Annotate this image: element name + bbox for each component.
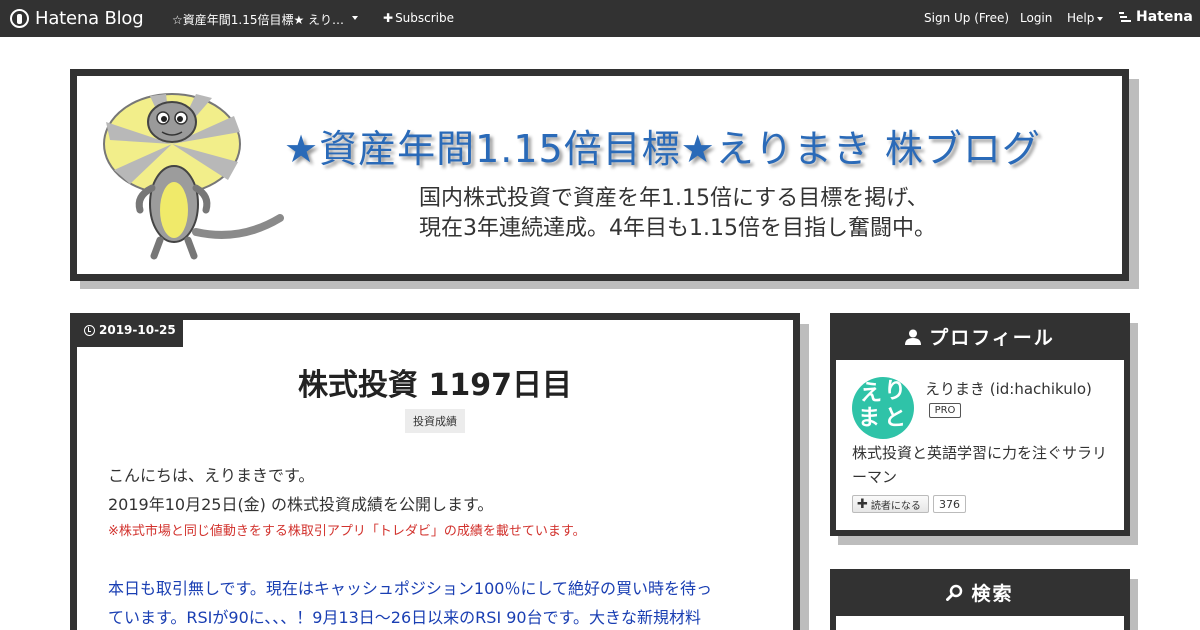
help-menu[interactable]: Help — [1067, 11, 1104, 25]
become-reader-button[interactable]: ✚ 読者になる — [852, 495, 929, 513]
avatar-text: ま — [858, 406, 881, 431]
avatar[interactable]: え り ま と — [852, 377, 914, 439]
clock-icon — [84, 324, 95, 336]
profile-heading: プロフィール — [830, 313, 1130, 360]
subscribe-button[interactable]: ✚ Subscribe — [383, 11, 454, 25]
article-title[interactable]: 株式投資 1197日目 — [70, 360, 800, 404]
search-heading: 検索 — [830, 569, 1130, 616]
search-heading-label: 検索 — [971, 583, 1014, 605]
banner-title: ★資産年間1.15倍目標★えりまき 株ブログ — [284, 127, 1041, 171]
avatar-text: と — [884, 406, 907, 431]
pro-badge[interactable]: PRO — [929, 403, 961, 418]
article-date-badge[interactable]: 2019-10-25 — [70, 313, 183, 347]
hatena-blog-icon — [10, 8, 29, 28]
profile-name[interactable]: えりまき (id:hachikulo) — [925, 378, 1092, 399]
article-date: 2019-10-25 — [99, 323, 176, 337]
category-tag[interactable]: 投資成績 — [405, 409, 465, 433]
blog-title-menu[interactable]: ☆資産年間1.15倍目標★ えり… — [172, 11, 344, 28]
chevron-down-icon[interactable] — [352, 16, 358, 20]
hatena-icon — [1119, 12, 1131, 22]
profile-description: 株式投資と英語学習に力を注ぐサラリーマン — [852, 444, 1108, 486]
article-paragraph: 2019年10月25日(金) の株式投資成績を公開します。 — [108, 495, 494, 514]
avatar-text: り — [884, 379, 907, 404]
search-icon — [946, 584, 963, 601]
logo-text: Hatena Blog — [35, 7, 144, 29]
hatena-link[interactable]: Hatena — [1118, 9, 1193, 25]
profile-heading-label: プロフィール — [929, 327, 1055, 349]
hatena-label: Hatena — [1136, 9, 1193, 25]
help-label: Help — [1067, 11, 1095, 25]
login-link[interactable]: Login — [1020, 11, 1052, 25]
plus-icon: ✚ — [857, 496, 868, 512]
avatar-text: え — [860, 381, 883, 406]
signup-link[interactable]: Sign Up (Free) — [924, 11, 1009, 25]
become-reader-label: 読者になる — [870, 500, 921, 512]
banner-description-line: 現在3年連続達成。4年目も1.15倍を目指し奮闘中。 — [419, 216, 936, 241]
banner-description: 国内株式投資で資産を年1.15倍にする目標を掲げ、 現在3年連続達成。4年目も1… — [419, 184, 936, 244]
article-paragraph-highlight: ています。RSIが90に、、、！9月13日～26日以来のRSI 90台です。大き… — [108, 608, 702, 627]
article-paragraph: こんにちは、えりまきです。 — [108, 466, 315, 485]
person-icon — [905, 329, 922, 345]
plus-icon: ✚ — [383, 11, 394, 25]
article-note: ※株式市場と同じ値動きをする株取引アプリ「トレダビ」の成績を載せています。 — [108, 524, 586, 539]
reader-count[interactable]: 376 — [933, 495, 966, 513]
search-module — [830, 616, 1130, 630]
article-paragraph-highlight: 本日も取引無しです。現在はキャッシュポジション100％にして絶好の買い時を待っ — [108, 579, 712, 598]
hatena-blog-logo[interactable]: Hatena Blog — [10, 7, 144, 29]
frilled-lizard-mascot-image — [103, 93, 284, 260]
chevron-down-icon — [1097, 16, 1104, 21]
banner-description-line: 国内株式投資で資産を年1.15倍にする目標を掲げ、 — [419, 186, 929, 211]
global-header: Hatena Blog ☆資産年間1.15倍目標★ えり… ✚ Subscribe… — [0, 0, 1200, 37]
subscribe-label: Subscribe — [395, 11, 455, 25]
